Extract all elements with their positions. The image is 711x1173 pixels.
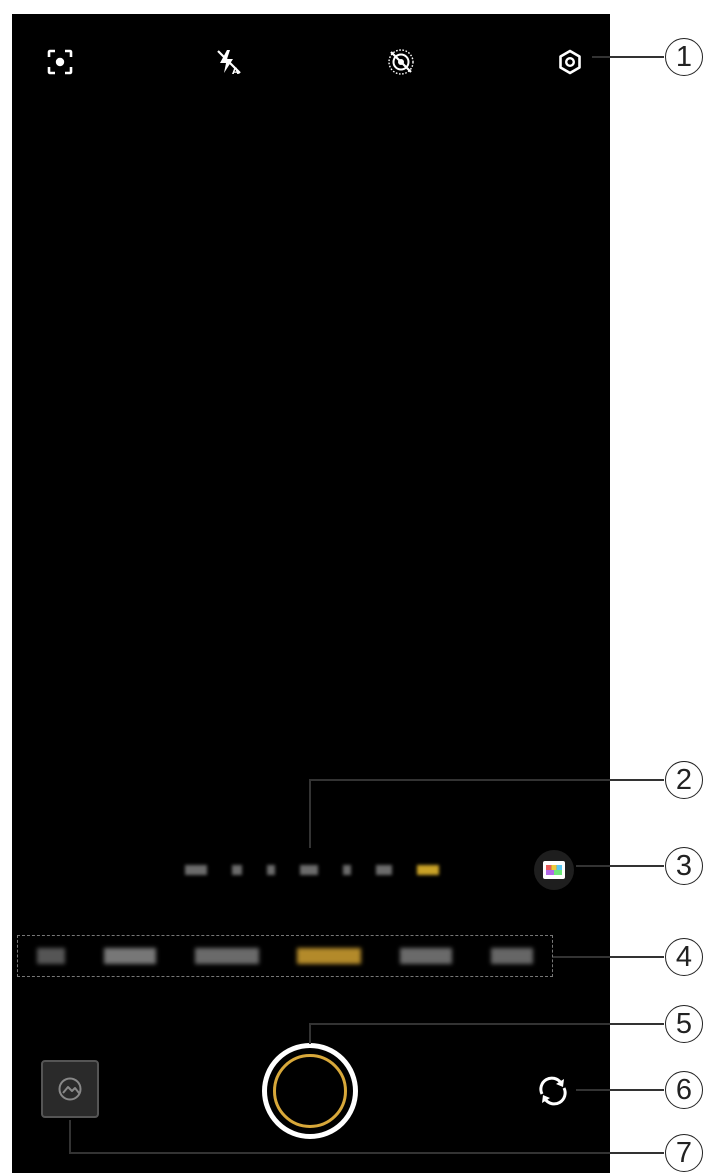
callout-marker-1: 1: [665, 38, 703, 76]
switch-camera-button[interactable]: [531, 1069, 575, 1113]
focus-frame-icon[interactable]: [42, 44, 78, 80]
filter-film-icon: [543, 861, 565, 879]
mode-item-active[interactable]: [297, 948, 362, 964]
svg-text:A: A: [232, 67, 239, 77]
shutter-button[interactable]: [262, 1043, 358, 1139]
filter-button[interactable]: [534, 850, 574, 890]
zoom-level-segment[interactable]: [299, 865, 318, 875]
gallery-thumbnail-icon: [58, 1077, 82, 1101]
callout-marker-6: 6: [665, 1071, 703, 1109]
mode-item[interactable]: [103, 948, 156, 964]
callout-marker-4: 4: [665, 938, 703, 976]
gallery-thumbnail-button[interactable]: [41, 1060, 99, 1118]
callout-marker-5: 5: [665, 1005, 703, 1043]
shutter-inner-ring: [273, 1054, 347, 1128]
zoom-level-segment[interactable]: [184, 865, 207, 875]
shooting-mode-strip[interactable]: [17, 935, 553, 977]
callout-marker-7: 7: [665, 1134, 703, 1172]
flash-off-icon[interactable]: A: [211, 44, 247, 80]
mode-item[interactable]: [194, 948, 259, 964]
live-photo-off-icon[interactable]: [383, 44, 419, 80]
mode-item[interactable]: [490, 948, 533, 964]
callout-marker-3: 3: [665, 847, 703, 885]
zoom-level-segment-active[interactable]: [417, 865, 440, 875]
zoom-level-segment[interactable]: [376, 865, 393, 875]
mode-item[interactable]: [37, 948, 66, 964]
switch-camera-icon: [539, 1076, 567, 1106]
settings-gear-icon[interactable]: [552, 44, 588, 80]
mode-item[interactable]: [399, 948, 452, 964]
zoom-level-segment[interactable]: [266, 865, 275, 875]
camera-viewfinder[interactable]: A: [12, 14, 610, 1173]
callout-marker-2: 2: [665, 761, 703, 799]
zoom-level-segment[interactable]: [343, 865, 352, 875]
zoom-level-segment[interactable]: [231, 865, 242, 875]
zoom-level-bar[interactable]: [172, 848, 452, 892]
